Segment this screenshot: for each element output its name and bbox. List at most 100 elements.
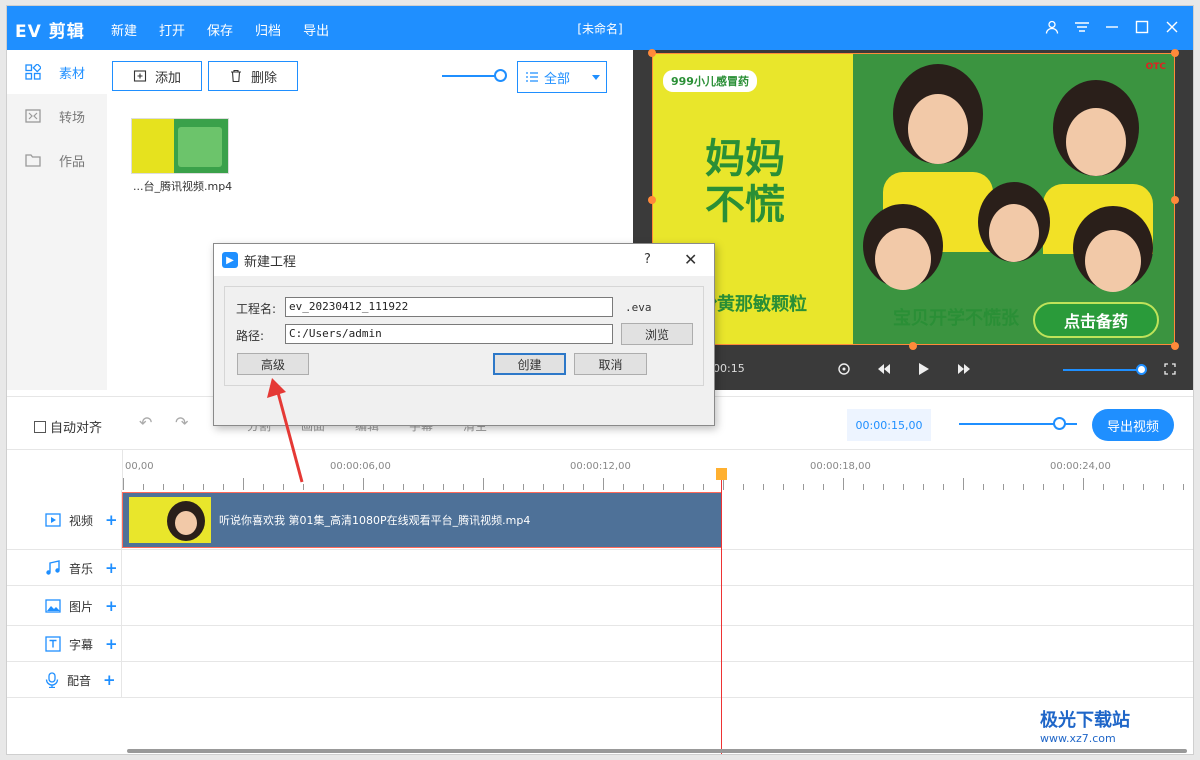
ruler-label: 00:00:12,00 (570, 461, 631, 472)
resize-handle[interactable] (1171, 196, 1179, 204)
auto-align-label: 自动对齐 (50, 421, 103, 436)
mic-icon (45, 672, 59, 688)
nav-materials[interactable]: 素材 (7, 50, 107, 94)
rewind-icon[interactable] (875, 360, 893, 378)
menu-open[interactable]: 打开 (159, 20, 185, 39)
app-window: EV 剪辑 新建 打开 保存 归档 导出 [未命名] 素材 转场 作品 添加 删… (6, 5, 1194, 755)
material-thumbnail[interactable] (131, 118, 229, 174)
main-menu: 新建 打开 保存 归档 导出 (111, 20, 329, 39)
resize-handle[interactable] (648, 196, 656, 204)
maximize-icon[interactable] (1133, 16, 1151, 38)
playhead[interactable] (716, 468, 727, 754)
side-nav: 素材 转场 作品 (7, 50, 107, 390)
track-label: 视频 (69, 513, 94, 528)
ruler-tick (123, 478, 124, 490)
nav-transitions[interactable]: 转场 (7, 94, 107, 138)
slider-knob[interactable] (1136, 364, 1147, 375)
resize-handle[interactable] (648, 49, 656, 57)
filter-value: 全部 (544, 71, 571, 87)
advanced-button[interactable]: 高级 (237, 353, 309, 375)
project-name-field[interactable]: ev_20230412_111922 (285, 297, 613, 317)
nav-works[interactable]: 作品 (7, 138, 107, 182)
checkbox-box[interactable] (34, 420, 46, 433)
thumbnail-image (132, 119, 174, 173)
chevron-down-icon (592, 75, 600, 80)
resize-handle[interactable] (1171, 49, 1179, 57)
ruler-label: 00:00:24,00 (1050, 461, 1111, 472)
folder-icon (25, 152, 41, 168)
filter-select[interactable]: 全部 (517, 61, 607, 93)
menu-save[interactable]: 保存 (207, 20, 233, 39)
cancel-button[interactable]: 取消 (574, 353, 647, 375)
help-button[interactable]: ? (644, 252, 651, 267)
file-extension: .eva (625, 301, 652, 314)
new-project-dialog: ▶ 新建工程 ? ✕ 工程名: ev_20230412_111922 .eva … (213, 243, 715, 426)
track-row (7, 626, 1193, 662)
add-label: 添加 (154, 70, 181, 86)
play-icon[interactable] (915, 360, 933, 378)
resize-handle[interactable] (1171, 342, 1179, 350)
slogan-line: 不慌 (705, 182, 785, 228)
replay-icon[interactable] (835, 360, 853, 378)
browse-button[interactable]: 浏览 (621, 323, 693, 345)
list-icon (526, 72, 538, 82)
volume-slider[interactable] (1063, 364, 1147, 375)
nav-label: 转场 (59, 110, 86, 126)
user-icon[interactable] (1043, 16, 1061, 38)
material-filename: ...台_腾讯视频.mp4 (133, 180, 233, 193)
otc-badge: OTC (1145, 62, 1166, 72)
track-row (7, 550, 1193, 586)
add-music-button[interactable]: + (105, 559, 118, 577)
slider-knob[interactable] (1053, 417, 1066, 430)
clip-thumbnail (129, 497, 211, 543)
project-name-label: 工程名: (236, 302, 277, 316)
redo-icon[interactable]: ↷ (175, 413, 188, 432)
fullscreen-icon[interactable] (1161, 360, 1179, 378)
playback-bar: 00:15 (633, 354, 1193, 384)
menu-archive[interactable]: 归档 (255, 20, 281, 39)
thumbnail-size-slider[interactable] (442, 69, 507, 82)
time-ruler[interactable]: 00,00 00:00:06,00 00:00:12,00 00:00:18,0… (122, 450, 1193, 490)
slider-knob[interactable] (494, 69, 507, 82)
add-voiceover-button[interactable]: + (103, 671, 116, 689)
delete-button[interactable]: 删除 (208, 61, 298, 91)
ad-banner: 宝贝开学不慌张 (893, 308, 1019, 329)
track-label: 音乐 (69, 561, 94, 576)
menu-export[interactable]: 导出 (303, 20, 329, 39)
timeline-zoom-slider[interactable] (959, 417, 1077, 430)
thumbnail-image-detail (178, 127, 222, 167)
watermark-logo: 极光下载站 www.xz7.com (1040, 706, 1130, 745)
close-icon[interactable] (1163, 16, 1181, 38)
export-video-button[interactable]: 导出视频 (1092, 409, 1174, 441)
menu-new[interactable]: 新建 (111, 20, 137, 39)
add-button[interactable]: 添加 (112, 61, 202, 91)
watermark-name: 极光下载站 (1040, 710, 1130, 731)
video-clip[interactable]: 听说你喜欢我 第01集_高清1080P在线观看平台_腾讯视频.mp4 (122, 492, 722, 548)
menu-icon[interactable] (1073, 16, 1091, 38)
add-image-button[interactable]: + (105, 597, 118, 615)
minimize-icon[interactable] (1103, 16, 1121, 38)
add-subtitle-button[interactable]: + (105, 635, 118, 653)
add-video-button[interactable]: + (105, 511, 118, 529)
nav-label: 素材 (59, 66, 86, 82)
auto-align-checkbox[interactable]: 自动对齐 (34, 417, 102, 436)
ruler-tick (1083, 478, 1084, 490)
add-file-icon (133, 70, 147, 82)
preview-video[interactable]: 999小儿感冒药 OTC 妈妈 不慌 氨酚黄那敏颗粒 宝贝开学不慌张 点击备药 (652, 53, 1175, 345)
track-row (7, 662, 1193, 698)
undo-icon[interactable]: ↶ (139, 413, 152, 432)
ad-slogan: 妈妈 不慌 (705, 136, 785, 228)
window-controls (1043, 16, 1181, 38)
track-row (7, 586, 1193, 626)
horizontal-scrollbar[interactable] (127, 749, 1187, 753)
playhead-handle[interactable] (716, 468, 727, 480)
dialog-close-button[interactable]: ✕ (684, 250, 697, 269)
fast-forward-icon[interactable] (955, 360, 973, 378)
create-button[interactable]: 创建 (493, 353, 566, 375)
path-field[interactable]: C:/Users/admin (285, 324, 613, 344)
ad-cta-button: 点击备药 (1033, 302, 1159, 338)
timeline: 00,00 00:00:06,00 00:00:12,00 00:00:18,0… (7, 449, 1193, 754)
resize-handle[interactable] (909, 342, 917, 350)
ad-photo (853, 54, 1174, 344)
ruler-tick (363, 478, 364, 490)
